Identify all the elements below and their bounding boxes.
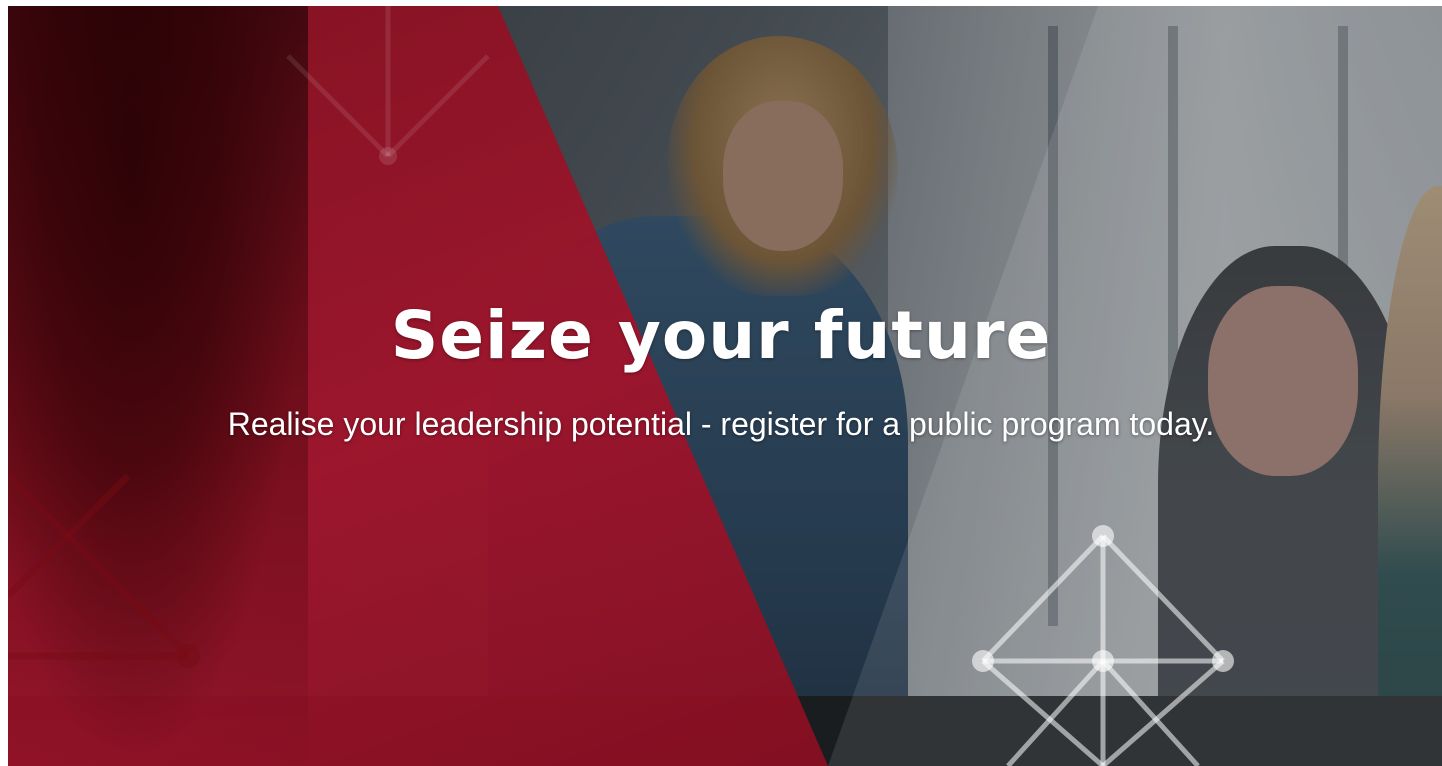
hero-subheadline: Realise your leadership potential - regi… <box>227 406 1215 442</box>
hero-content <box>8 6 1442 766</box>
hero-banner <box>8 6 1442 766</box>
hero-headline: Seize your future <box>390 297 1052 374</box>
